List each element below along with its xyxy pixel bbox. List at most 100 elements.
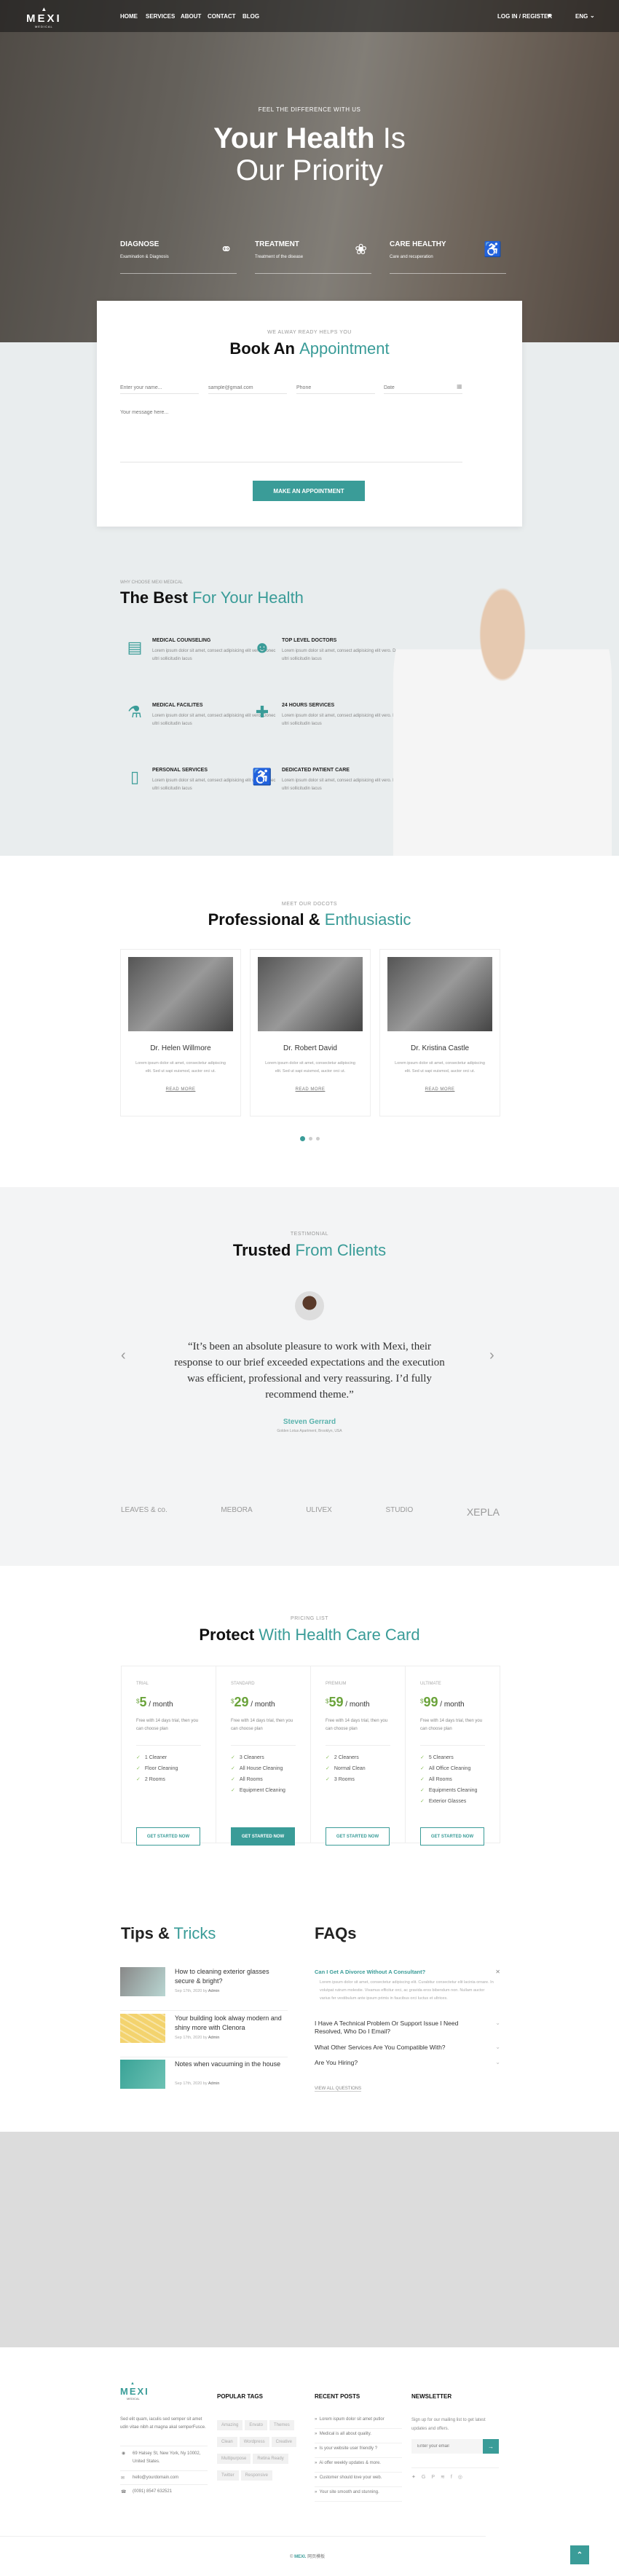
testimonial-title: Trusted From Clients xyxy=(232,1241,387,1259)
language-select[interactable]: ENG xyxy=(575,13,588,20)
doctor-photo xyxy=(387,957,492,1031)
tag-link[interactable]: Wordpress xyxy=(239,2437,269,2447)
faq-item[interactable]: What Other Services Are You Compatible W… xyxy=(315,2044,500,2051)
check-circle-icon: ✓ xyxy=(420,1777,425,1782)
nav-home[interactable]: HOME xyxy=(120,13,138,20)
twitter-icon[interactable]: ✦ xyxy=(411,2475,422,2480)
scroll-to-top-chevron-up-icon[interactable]: ⌃ xyxy=(570,2545,589,2564)
close-icon: ✕ xyxy=(495,1969,500,1975)
plan-feature: ✓ 1 Cleaner xyxy=(136,1755,167,1760)
get-started-button[interactable]: GET STARTED NOW xyxy=(231,1827,295,1846)
check-circle-icon: ✓ xyxy=(326,1777,330,1782)
newsletter-email-input[interactable] xyxy=(411,2439,483,2454)
get-started-button[interactable]: GET STARTED NOW xyxy=(136,1827,200,1846)
get-started-button[interactable]: GET STARTED NOW xyxy=(420,1827,484,1846)
map-placeholder[interactable] xyxy=(0,2132,619,2347)
newsletter-submit-arrow-icon[interactable]: → xyxy=(483,2439,499,2454)
wheelchair-icon: ♿ xyxy=(484,242,502,258)
get-started-button[interactable]: GET STARTED NOW xyxy=(326,1827,390,1846)
tag-link[interactable]: Envato xyxy=(245,2420,268,2430)
doctors-title: Professional & Enthusiastic xyxy=(208,910,411,929)
check-circle-icon: ✓ xyxy=(136,1777,141,1782)
read-more-link[interactable]: READ MORE xyxy=(380,1087,500,1092)
next-arrow-icon[interactable]: › xyxy=(489,1347,494,1364)
slider-dot-active[interactable] xyxy=(300,1136,305,1141)
footer-phone[interactable]: ☎ (0091) 8547 632521 xyxy=(120,2484,208,2498)
feature-diagnose: DIAGNOSE Examination & Diagnosis ⚭ xyxy=(120,240,237,274)
chevron-down-icon: ⌄ xyxy=(495,2044,500,2050)
name-input[interactable] xyxy=(120,382,199,394)
email-input[interactable] xyxy=(208,382,287,394)
tag-link[interactable]: Themes xyxy=(269,2420,294,2430)
plan-feature: ✓ 2 Cleaners xyxy=(326,1755,359,1760)
user-icon[interactable]: ● xyxy=(547,12,551,20)
recent-post-link[interactable]: » Lorem ispum dolor sit amet putlor xyxy=(315,2414,402,2429)
footer-logo[interactable]: ▲ MEXI MEDICAL xyxy=(120,2382,149,2400)
nav-about[interactable]: ABOUT xyxy=(181,13,201,20)
ambulance-icon: ✚ xyxy=(255,703,269,721)
faq-item-open[interactable]: Can I Get A Divorce Without A Consultant… xyxy=(315,1969,500,2006)
recent-post-link[interactable]: » Your site smooth and stunning. xyxy=(315,2487,402,2502)
nav-blog[interactable]: BLOG xyxy=(243,13,259,20)
facebook-icon[interactable]: f xyxy=(451,2475,458,2480)
pinterest-icon[interactable]: P xyxy=(431,2475,441,2480)
date-input[interactable] xyxy=(384,382,462,394)
tag-link[interactable]: Responsive xyxy=(240,2470,273,2481)
logo[interactable]: ▲ MEXI MEDICAL xyxy=(26,6,62,28)
tag-link[interactable]: Twitter xyxy=(217,2470,239,2481)
google-plus-icon[interactable]: G xyxy=(422,2475,431,2480)
plan-price: $59 / month xyxy=(326,1695,370,1709)
phone-input[interactable] xyxy=(296,382,375,394)
check-circle-icon: ✓ xyxy=(136,1755,141,1760)
slider-dot[interactable] xyxy=(309,1137,312,1141)
message-textarea[interactable] xyxy=(120,410,462,462)
check-circle-icon: ✓ xyxy=(420,1788,425,1793)
login-register-link[interactable]: LOG IN / REGISTER xyxy=(497,13,552,20)
client-avatar xyxy=(295,1291,324,1320)
nav-services[interactable]: SERVICES xyxy=(146,13,175,20)
tag-link[interactable]: Amazing xyxy=(217,2420,243,2430)
footer-address: ◉ 69 Halsey St, New York, Ny 10002, Unite… xyxy=(120,2446,208,2470)
testimonial-quote: “It’s been an absolute pleasure to work … xyxy=(174,1341,445,1401)
tag-link[interactable]: Creative xyxy=(271,2437,296,2447)
doctor-photo xyxy=(393,561,612,856)
rss-icon[interactable]: ≋ xyxy=(441,2475,451,2480)
read-more-link[interactable]: READ MORE xyxy=(121,1087,240,1092)
plan-feature: ✓ Floor Cleaning xyxy=(136,1766,178,1771)
recent-post-link[interactable]: » Medical is all about quality. xyxy=(315,2429,402,2443)
calendar-icon[interactable]: ▦ xyxy=(457,383,462,390)
tips-title: Tips & Tricks xyxy=(121,1924,216,1942)
read-more-link[interactable]: READ MORE xyxy=(251,1087,370,1092)
nav-contact[interactable]: CONTACT xyxy=(208,13,236,20)
prev-arrow-icon[interactable]: ‹ xyxy=(121,1347,126,1364)
blog-post[interactable]: Your building look alway modern and shin… xyxy=(120,2014,288,2057)
recent-post-link[interactable]: » Ai offer weekly updates & more. xyxy=(315,2458,402,2473)
faq-item[interactable]: I Have A Technical Problem Or Support Is… xyxy=(315,2020,500,2036)
partner-logo: LEAVES & co. xyxy=(121,1506,167,1514)
plan-price: $5 / month xyxy=(136,1695,173,1709)
faq-item[interactable]: Are You Hiring? ⌄ xyxy=(315,2059,500,2066)
footer-email[interactable]: ✉ hello@yourdomain.com xyxy=(120,2470,208,2484)
partner-logos: LEAVES & co. MEBORA ULIVEX STUDIO XEPLA xyxy=(121,1506,500,1518)
chevron-down-icon[interactable]: ⌄ xyxy=(590,12,595,19)
tag-link[interactable]: Clean xyxy=(217,2437,237,2447)
slider-dot[interactable] xyxy=(316,1137,320,1141)
location-pin-icon: ◉ xyxy=(122,2451,126,2456)
plan-price: $99 / month xyxy=(420,1695,465,1709)
view-all-questions-link[interactable]: VIEW ALL QUESTIONS xyxy=(315,2087,362,2092)
blog-post[interactable]: Notes when vacuuming in the house Sep 17t… xyxy=(120,2060,288,2103)
make-appointment-button[interactable]: MAKE AN APPOINTMENT xyxy=(253,481,365,501)
tag-link[interactable]: Retina Ready xyxy=(253,2454,288,2464)
check-circle-icon: ✓ xyxy=(420,1766,425,1771)
double-chevron-icon: » xyxy=(315,2417,318,2422)
recent-post-link[interactable]: » Customer should love your web. xyxy=(315,2473,402,2487)
blog-post[interactable]: How to cleaning exterior glasses secure … xyxy=(120,1967,288,2011)
pricing-plan: ULTIMATE $99 / month Free with 14 days t… xyxy=(406,1666,500,1846)
post-thumbnail xyxy=(120,2014,165,2043)
plan-feature: ✓ 3 Cleaners xyxy=(231,1755,264,1760)
plan-name: TRIAL xyxy=(136,1682,149,1686)
tag-link[interactable]: Multipurpose xyxy=(217,2454,251,2464)
dribbble-icon[interactable]: ◎ xyxy=(458,2475,468,2480)
recent-post-link[interactable]: » Is your website user friendly ? xyxy=(315,2443,402,2458)
doctor-photo xyxy=(258,957,363,1031)
